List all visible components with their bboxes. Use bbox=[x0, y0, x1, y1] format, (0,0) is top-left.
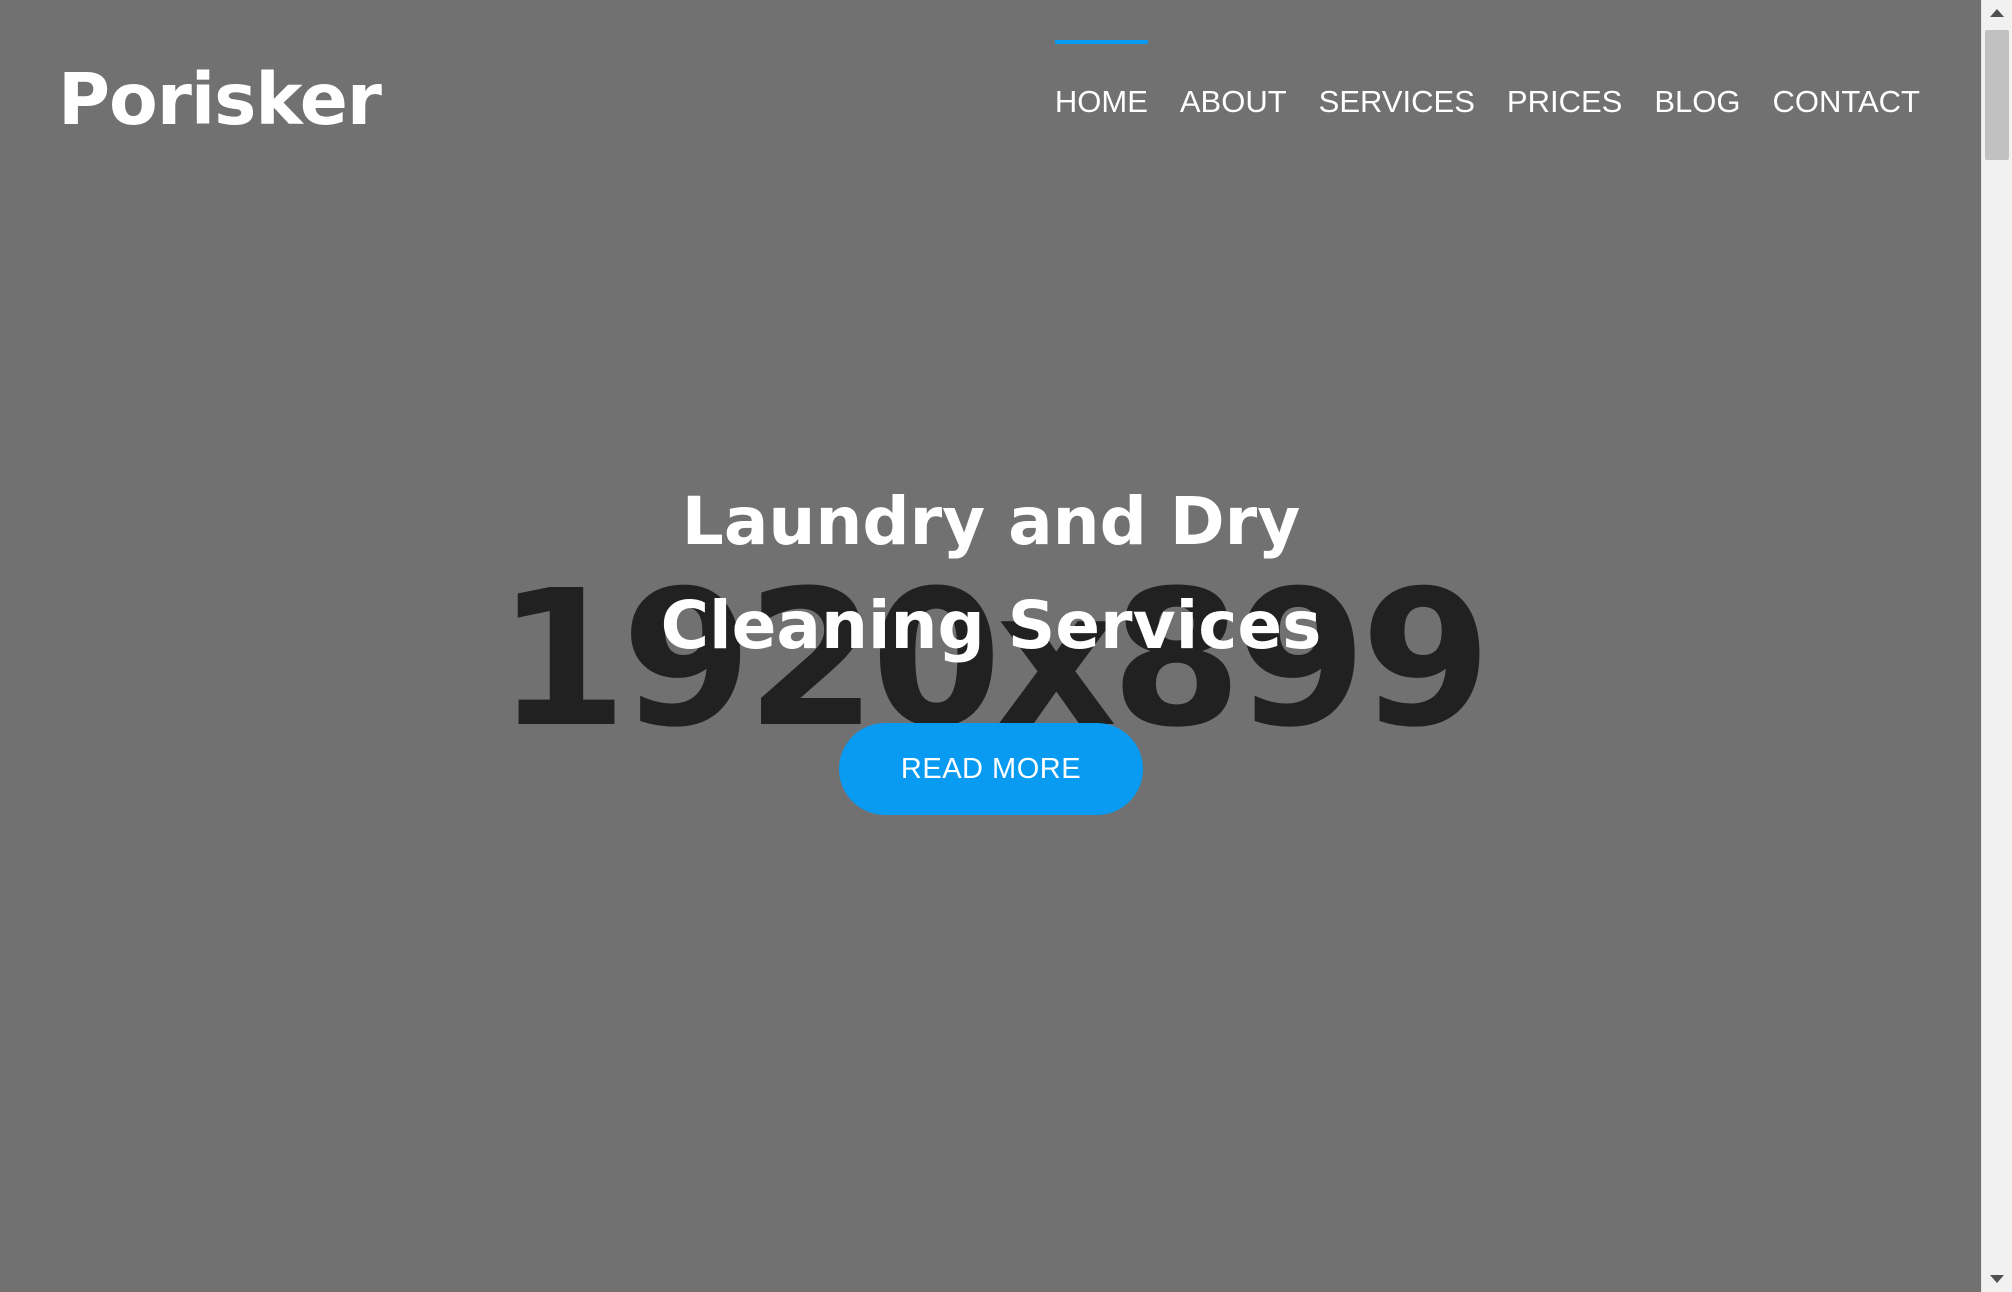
page: 1920x899 Porisker HOME ABOUT SERVICES PR… bbox=[0, 0, 2012, 1292]
main-nav: HOME ABOUT SERVICES PRICES BLOG CONTACT bbox=[1054, 40, 1920, 120]
hero-headline-line-1: Laundry and Dry bbox=[681, 483, 1301, 560]
read-more-button[interactable]: READ MORE bbox=[839, 723, 1143, 815]
hero-headline: Laundry and Dry Cleaning Services bbox=[661, 470, 1322, 678]
nav-item-blog[interactable]: BLOG bbox=[1654, 40, 1740, 120]
nav-item-about[interactable]: ABOUT bbox=[1180, 40, 1287, 120]
nav-item-prices[interactable]: PRICES bbox=[1507, 40, 1622, 120]
nav-item-contact[interactable]: CONTACT bbox=[1772, 40, 1920, 120]
arrow-up-icon[interactable] bbox=[1982, 0, 2012, 26]
nav-item-services[interactable]: SERVICES bbox=[1319, 40, 1475, 120]
arrow-down-icon[interactable] bbox=[1982, 1266, 2012, 1292]
site-logo[interactable]: Porisker bbox=[58, 64, 382, 135]
hero-section: 1920x899 Porisker HOME ABOUT SERVICES PR… bbox=[0, 0, 1982, 1292]
hero-headline-line-2: Cleaning Services bbox=[660, 587, 1322, 664]
scrollbar-thumb[interactable] bbox=[1985, 30, 2009, 160]
vertical-scrollbar[interactable] bbox=[1981, 0, 2012, 1292]
nav-item-home[interactable]: HOME bbox=[1054, 40, 1148, 120]
